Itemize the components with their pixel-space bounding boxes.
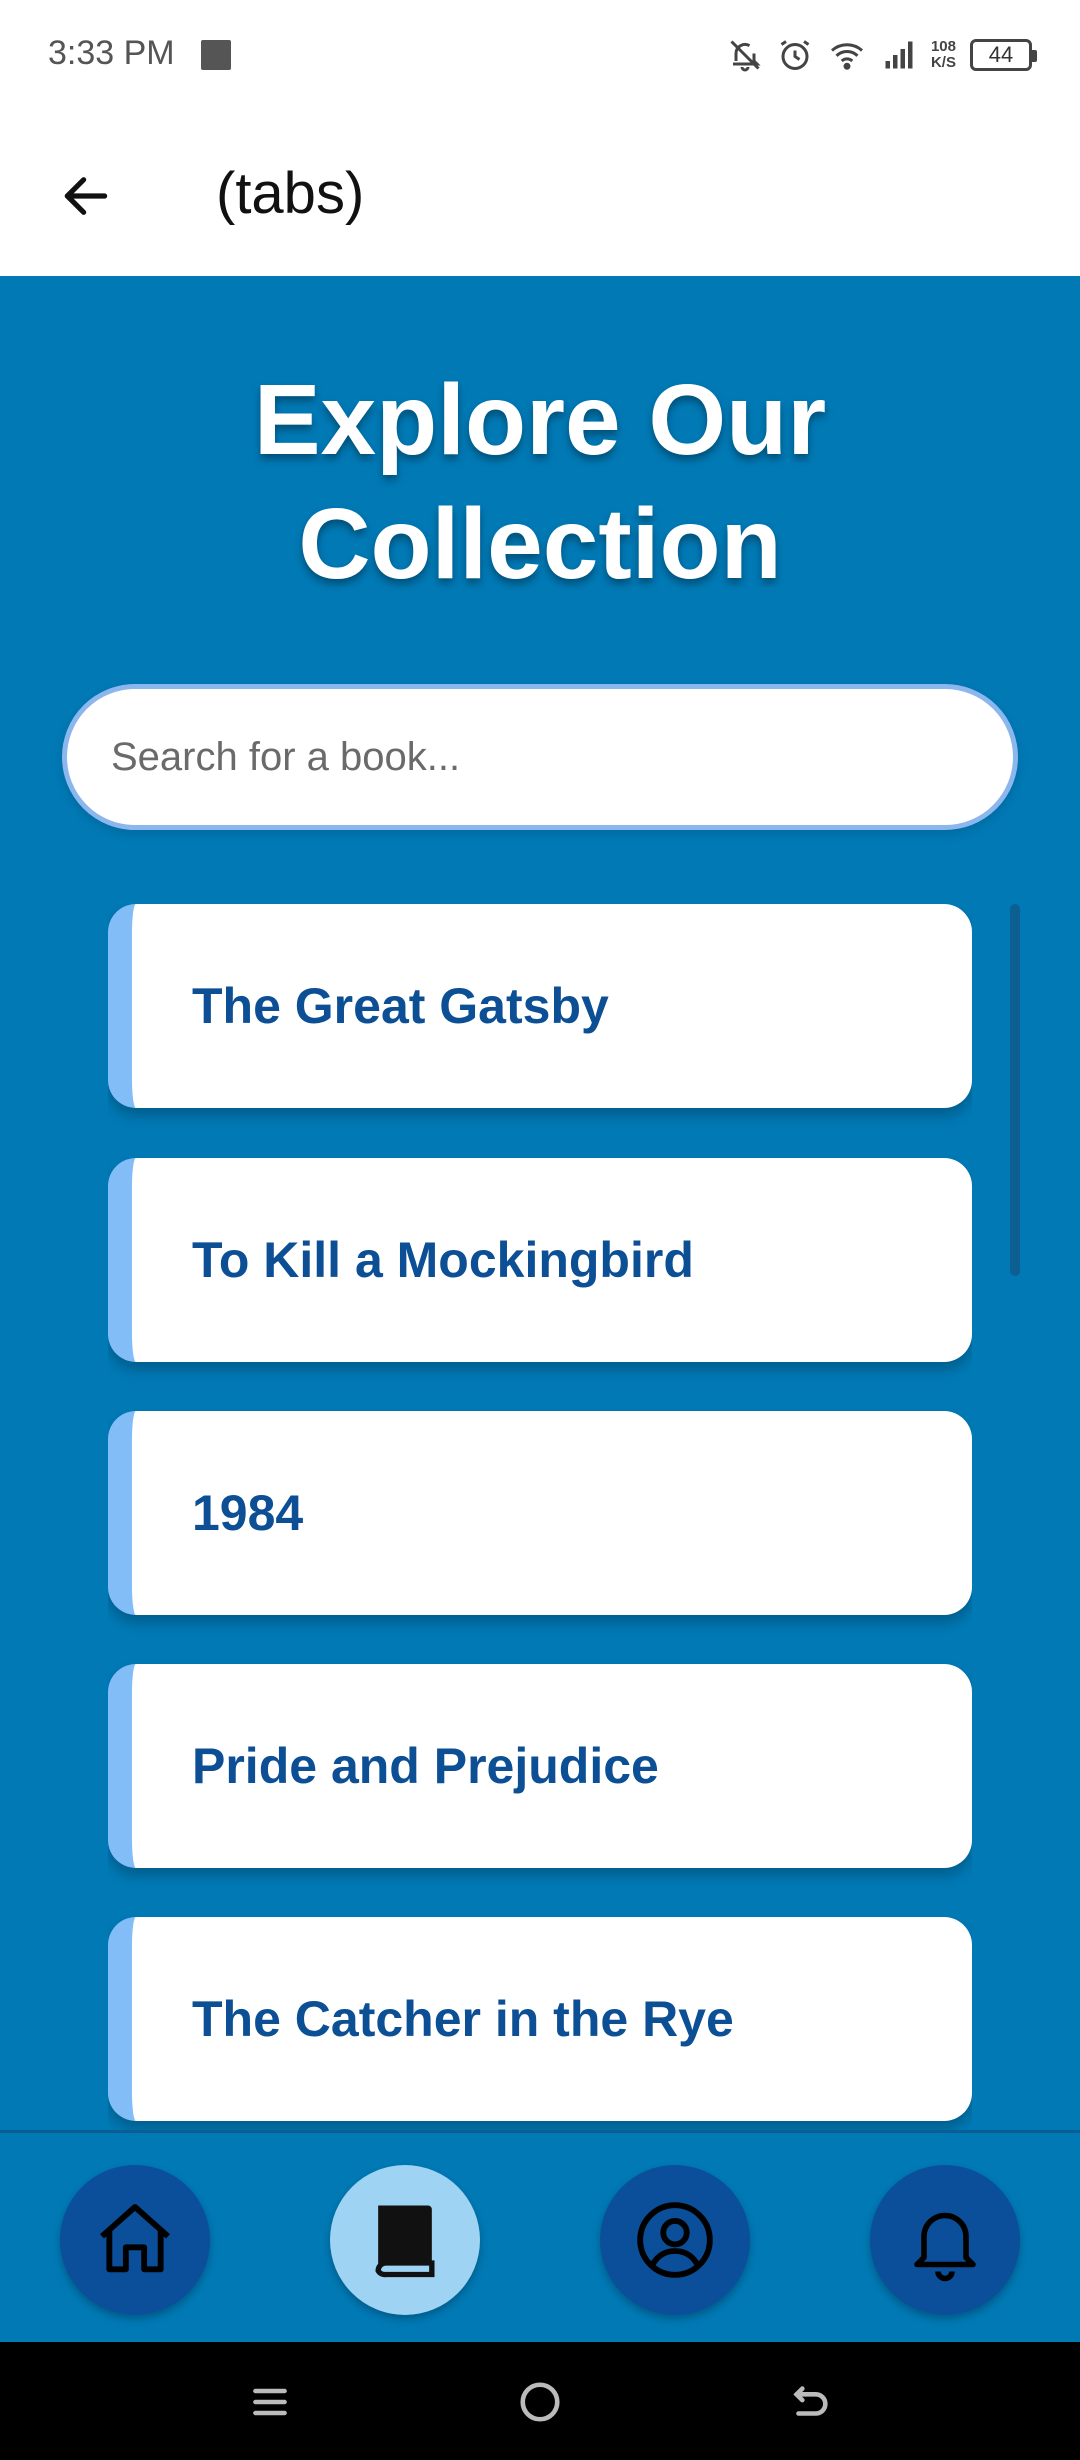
- page-title: Explore Our Collection: [0, 358, 1080, 606]
- profile-icon: [637, 2202, 713, 2278]
- network-speed-value: 108: [930, 38, 956, 55]
- home-system-button[interactable]: [510, 2372, 570, 2432]
- list-scrollbar[interactable]: [1010, 904, 1020, 1276]
- alarm-icon: [777, 37, 813, 73]
- recent-apps-button[interactable]: [240, 2372, 300, 2432]
- circle-icon: [520, 2382, 560, 2422]
- back-button[interactable]: [46, 156, 126, 236]
- book-card[interactable]: The Catcher in the Rye: [108, 1917, 972, 2121]
- status-bar: 3:33 PM 108 K/S 44: [0, 0, 1080, 110]
- nav-notifications-button[interactable]: [870, 2165, 1020, 2315]
- arrow-left-icon: [64, 177, 108, 215]
- wifi-icon: [827, 37, 867, 73]
- battery-level: 44: [988, 42, 1014, 67]
- battery-icon: 44: [970, 39, 1037, 71]
- status-icons: 108 K/S 44: [727, 30, 1037, 80]
- book-title: The Catcher in the Rye: [192, 1991, 734, 2047]
- bell-icon: [914, 2212, 976, 2282]
- home-icon: [100, 2204, 170, 2273]
- nav-profile-button[interactable]: [600, 2165, 750, 2315]
- app-bar: (tabs): [0, 110, 1080, 276]
- book-card[interactable]: To Kill a Mockingbird: [108, 1158, 972, 1362]
- book-title: Pride and Prejudice: [192, 1738, 659, 1794]
- page-title-line2: Collection: [298, 488, 782, 600]
- book-icon: [375, 2205, 435, 2278]
- book-title: To Kill a Mockingbird: [192, 1232, 694, 1288]
- search-input[interactable]: [62, 684, 1018, 830]
- notifications-off-icon: [727, 37, 763, 73]
- nav-books-button[interactable]: [330, 2165, 480, 2315]
- book-card[interactable]: Pride and Prejudice: [108, 1664, 972, 1868]
- book-list: The Great Gatsby To Kill a Mockingbird 1…: [108, 904, 972, 2130]
- system-nav-bar: [0, 2342, 1080, 2460]
- app-title: (tabs): [216, 161, 365, 226]
- back-system-button[interactable]: [780, 2372, 840, 2432]
- nav-home-button[interactable]: [60, 2165, 210, 2315]
- signal-icon: [881, 37, 917, 73]
- notification-placeholder-icon: [201, 40, 231, 70]
- bottom-nav: [0, 2130, 1080, 2342]
- book-title: The Great Gatsby: [192, 978, 609, 1034]
- page-title-line1: Explore Our: [253, 364, 827, 476]
- status-time: 3:33 PM: [48, 34, 175, 72]
- network-speed-unit: K/S: [930, 54, 956, 71]
- book-title: 1984: [192, 1485, 304, 1541]
- back-arrow-icon: [793, 2386, 828, 2416]
- network-speed: 108 K/S: [931, 39, 956, 71]
- book-card[interactable]: The Great Gatsby: [108, 904, 972, 1108]
- menu-icon: [253, 2388, 287, 2416]
- book-card[interactable]: 1984: [108, 1411, 972, 1615]
